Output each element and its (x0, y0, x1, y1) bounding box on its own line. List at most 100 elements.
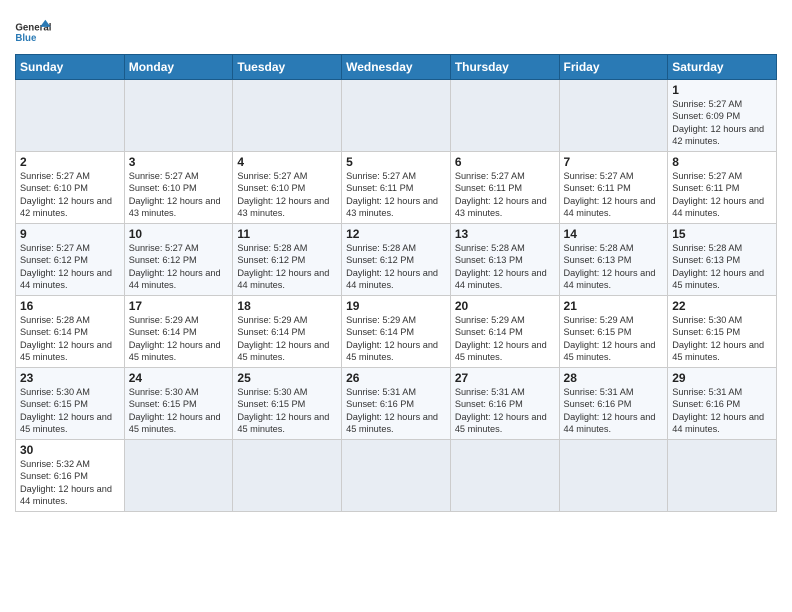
day-info: Sunrise: 5:29 AM Sunset: 6:14 PM Dayligh… (455, 314, 555, 364)
day-info: Sunrise: 5:30 AM Sunset: 6:15 PM Dayligh… (20, 386, 120, 436)
day-number: 11 (237, 227, 337, 241)
header: General Blue (15, 10, 777, 48)
calendar-cell: 23Sunrise: 5:30 AM Sunset: 6:15 PM Dayli… (16, 368, 125, 440)
day-number: 17 (129, 299, 229, 313)
day-info: Sunrise: 5:28 AM Sunset: 6:12 PM Dayligh… (237, 242, 337, 292)
calendar-cell: 18Sunrise: 5:29 AM Sunset: 6:14 PM Dayli… (233, 296, 342, 368)
day-info: Sunrise: 5:28 AM Sunset: 6:13 PM Dayligh… (455, 242, 555, 292)
day-info: Sunrise: 5:27 AM Sunset: 6:10 PM Dayligh… (129, 170, 229, 220)
day-number: 29 (672, 371, 772, 385)
day-info: Sunrise: 5:31 AM Sunset: 6:16 PM Dayligh… (455, 386, 555, 436)
weekday-header-wednesday: Wednesday (342, 55, 451, 80)
calendar-cell: 6Sunrise: 5:27 AM Sunset: 6:11 PM Daylig… (450, 152, 559, 224)
day-number: 22 (672, 299, 772, 313)
day-number: 14 (564, 227, 664, 241)
day-info: Sunrise: 5:27 AM Sunset: 6:12 PM Dayligh… (129, 242, 229, 292)
day-info: Sunrise: 5:29 AM Sunset: 6:15 PM Dayligh… (564, 314, 664, 364)
day-number: 20 (455, 299, 555, 313)
weekday-header-sunday: Sunday (16, 55, 125, 80)
calendar-cell: 3Sunrise: 5:27 AM Sunset: 6:10 PM Daylig… (124, 152, 233, 224)
day-info: Sunrise: 5:27 AM Sunset: 6:11 PM Dayligh… (564, 170, 664, 220)
day-info: Sunrise: 5:27 AM Sunset: 6:09 PM Dayligh… (672, 98, 772, 148)
calendar-cell (559, 440, 668, 512)
calendar-cell (342, 440, 451, 512)
calendar-cell (233, 80, 342, 152)
calendar-cell (559, 80, 668, 152)
day-number: 2 (20, 155, 120, 169)
day-number: 25 (237, 371, 337, 385)
calendar-cell: 16Sunrise: 5:28 AM Sunset: 6:14 PM Dayli… (16, 296, 125, 368)
day-info: Sunrise: 5:30 AM Sunset: 6:15 PM Dayligh… (129, 386, 229, 436)
calendar-cell: 19Sunrise: 5:29 AM Sunset: 6:14 PM Dayli… (342, 296, 451, 368)
day-info: Sunrise: 5:27 AM Sunset: 6:10 PM Dayligh… (237, 170, 337, 220)
calendar-cell: 27Sunrise: 5:31 AM Sunset: 6:16 PM Dayli… (450, 368, 559, 440)
calendar-cell: 29Sunrise: 5:31 AM Sunset: 6:16 PM Dayli… (668, 368, 777, 440)
day-number: 4 (237, 155, 337, 169)
calendar-cell: 1Sunrise: 5:27 AM Sunset: 6:09 PM Daylig… (668, 80, 777, 152)
day-number: 3 (129, 155, 229, 169)
day-number: 16 (20, 299, 120, 313)
day-number: 7 (564, 155, 664, 169)
day-number: 19 (346, 299, 446, 313)
day-number: 24 (129, 371, 229, 385)
calendar-cell: 8Sunrise: 5:27 AM Sunset: 6:11 PM Daylig… (668, 152, 777, 224)
day-number: 8 (672, 155, 772, 169)
day-number: 18 (237, 299, 337, 313)
day-number: 10 (129, 227, 229, 241)
weekday-header-monday: Monday (124, 55, 233, 80)
day-number: 21 (564, 299, 664, 313)
day-info: Sunrise: 5:31 AM Sunset: 6:16 PM Dayligh… (564, 386, 664, 436)
day-info: Sunrise: 5:29 AM Sunset: 6:14 PM Dayligh… (237, 314, 337, 364)
calendar-cell: 20Sunrise: 5:29 AM Sunset: 6:14 PM Dayli… (450, 296, 559, 368)
day-info: Sunrise: 5:32 AM Sunset: 6:16 PM Dayligh… (20, 458, 120, 508)
calendar-cell (342, 80, 451, 152)
day-number: 5 (346, 155, 446, 169)
calendar-cell: 21Sunrise: 5:29 AM Sunset: 6:15 PM Dayli… (559, 296, 668, 368)
day-number: 1 (672, 83, 772, 97)
day-info: Sunrise: 5:30 AM Sunset: 6:15 PM Dayligh… (237, 386, 337, 436)
calendar-cell: 12Sunrise: 5:28 AM Sunset: 6:12 PM Dayli… (342, 224, 451, 296)
day-info: Sunrise: 5:27 AM Sunset: 6:11 PM Dayligh… (455, 170, 555, 220)
day-info: Sunrise: 5:30 AM Sunset: 6:15 PM Dayligh… (672, 314, 772, 364)
weekday-header-thursday: Thursday (450, 55, 559, 80)
calendar-cell: 11Sunrise: 5:28 AM Sunset: 6:12 PM Dayli… (233, 224, 342, 296)
calendar-cell (124, 80, 233, 152)
calendar-cell: 13Sunrise: 5:28 AM Sunset: 6:13 PM Dayli… (450, 224, 559, 296)
calendar-cell (16, 80, 125, 152)
day-info: Sunrise: 5:28 AM Sunset: 6:13 PM Dayligh… (672, 242, 772, 292)
calendar-cell: 30Sunrise: 5:32 AM Sunset: 6:16 PM Dayli… (16, 440, 125, 512)
calendar-cell: 22Sunrise: 5:30 AM Sunset: 6:15 PM Dayli… (668, 296, 777, 368)
day-info: Sunrise: 5:29 AM Sunset: 6:14 PM Dayligh… (129, 314, 229, 364)
day-info: Sunrise: 5:31 AM Sunset: 6:16 PM Dayligh… (672, 386, 772, 436)
day-info: Sunrise: 5:28 AM Sunset: 6:14 PM Dayligh… (20, 314, 120, 364)
day-number: 28 (564, 371, 664, 385)
calendar-cell: 28Sunrise: 5:31 AM Sunset: 6:16 PM Dayli… (559, 368, 668, 440)
calendar-cell: 26Sunrise: 5:31 AM Sunset: 6:16 PM Dayli… (342, 368, 451, 440)
day-number: 9 (20, 227, 120, 241)
svg-text:Blue: Blue (15, 33, 37, 44)
day-number: 27 (455, 371, 555, 385)
calendar-cell: 9Sunrise: 5:27 AM Sunset: 6:12 PM Daylig… (16, 224, 125, 296)
day-number: 6 (455, 155, 555, 169)
weekday-header-friday: Friday (559, 55, 668, 80)
calendar-cell: 14Sunrise: 5:28 AM Sunset: 6:13 PM Dayli… (559, 224, 668, 296)
calendar-table: SundayMondayTuesdayWednesdayThursdayFrid… (15, 54, 777, 512)
calendar-cell: 24Sunrise: 5:30 AM Sunset: 6:15 PM Dayli… (124, 368, 233, 440)
day-info: Sunrise: 5:27 AM Sunset: 6:11 PM Dayligh… (672, 170, 772, 220)
calendar-cell (450, 80, 559, 152)
calendar-cell: 4Sunrise: 5:27 AM Sunset: 6:10 PM Daylig… (233, 152, 342, 224)
day-info: Sunrise: 5:27 AM Sunset: 6:11 PM Dayligh… (346, 170, 446, 220)
calendar-cell: 10Sunrise: 5:27 AM Sunset: 6:12 PM Dayli… (124, 224, 233, 296)
generalblue-logo-icon: General Blue (15, 18, 51, 48)
day-number: 23 (20, 371, 120, 385)
day-info: Sunrise: 5:27 AM Sunset: 6:12 PM Dayligh… (20, 242, 120, 292)
calendar-cell: 2Sunrise: 5:27 AM Sunset: 6:10 PM Daylig… (16, 152, 125, 224)
calendar-cell (124, 440, 233, 512)
calendar-header: SundayMondayTuesdayWednesdayThursdayFrid… (16, 55, 777, 80)
day-info: Sunrise: 5:31 AM Sunset: 6:16 PM Dayligh… (346, 386, 446, 436)
calendar-cell: 5Sunrise: 5:27 AM Sunset: 6:11 PM Daylig… (342, 152, 451, 224)
calendar-cell: 7Sunrise: 5:27 AM Sunset: 6:11 PM Daylig… (559, 152, 668, 224)
calendar-cell: 25Sunrise: 5:30 AM Sunset: 6:15 PM Dayli… (233, 368, 342, 440)
day-number: 13 (455, 227, 555, 241)
day-number: 30 (20, 443, 120, 457)
